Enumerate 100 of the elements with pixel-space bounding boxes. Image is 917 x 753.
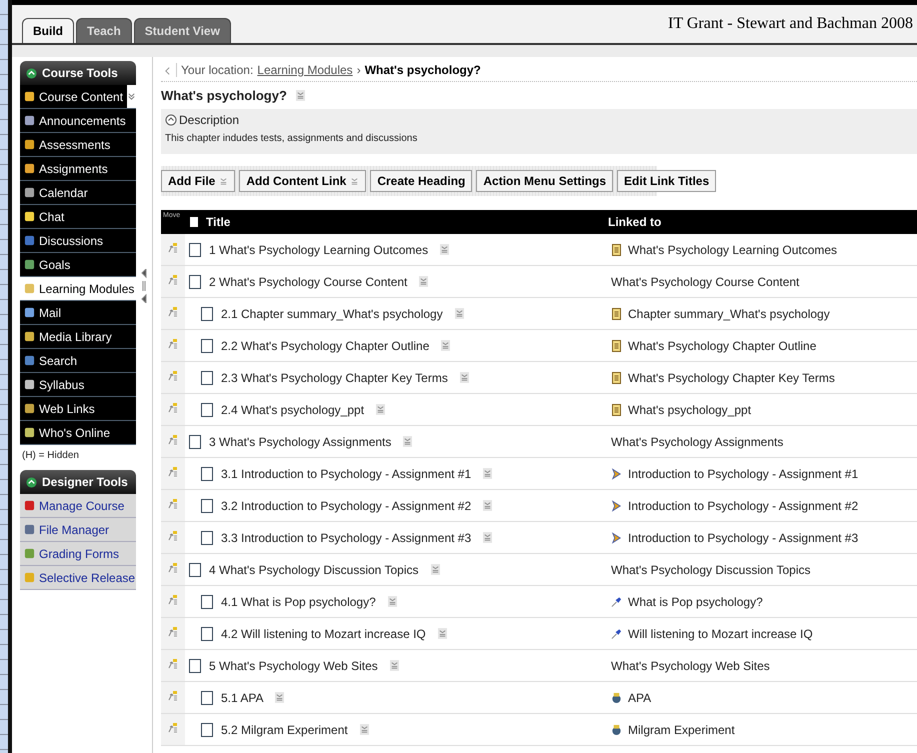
move-handle-icon[interactable] <box>168 594 178 606</box>
menu-icon[interactable] <box>483 468 492 479</box>
linked-item[interactable]: Milgram Experiment <box>628 722 735 736</box>
row-checkbox[interactable] <box>201 338 213 352</box>
item-title[interactable]: 3.2 Introduction to Psychology - Assignment #2 <box>221 498 472 512</box>
menu-icon[interactable] <box>454 308 464 319</box>
sidebar-item[interactable]: File Manager <box>20 518 136 542</box>
row-checkbox[interactable] <box>201 722 213 736</box>
item-title[interactable]: 4.2 Will listening to Mozart increase IQ <box>221 626 426 640</box>
menu-icon[interactable] <box>440 244 450 255</box>
move-handle-icon[interactable] <box>168 466 178 478</box>
item-title[interactable]: 1 What's Psychology Learning Outcomes <box>209 242 428 256</box>
linked-item[interactable]: What's Psychology Chapter Outline <box>628 338 816 352</box>
item-title[interactable]: 3.3 Introduction to Psychology - Assignment #3 <box>221 530 472 544</box>
item-title[interactable]: 2.3 What's Psychology Chapter Key Terms <box>221 370 448 384</box>
linked-item[interactable]: What's Psychology Learning Outcomes <box>628 242 838 256</box>
menu-icon[interactable] <box>275 692 284 703</box>
item-title[interactable]: 5.1 APA <box>221 690 264 704</box>
menu-icon[interactable] <box>403 436 412 447</box>
move-handle-icon[interactable] <box>168 530 178 542</box>
row-checkbox[interactable] <box>201 306 213 320</box>
menu-icon[interactable] <box>438 628 447 639</box>
row-checkbox[interactable] <box>201 690 213 704</box>
tab[interactable]: Build <box>22 18 74 43</box>
toolbar-button[interactable]: Add File <box>161 170 236 192</box>
menu-icon[interactable] <box>441 340 450 351</box>
move-handle-icon[interactable] <box>168 274 178 286</box>
row-checkbox[interactable] <box>201 466 213 480</box>
item-title[interactable]: 2.1 Chapter summary_What's psychology <box>221 306 443 320</box>
move-handle-icon[interactable] <box>168 658 178 670</box>
move-handle-icon[interactable] <box>168 242 178 254</box>
toolbar-button[interactable]: Create Heading <box>370 170 472 192</box>
toolbar-button[interactable]: Add Content Link <box>239 170 366 192</box>
row-checkbox[interactable] <box>201 402 213 416</box>
item-title[interactable]: 5 What's Psychology Web Sites <box>209 658 378 672</box>
sidebar-item[interactable]: Media Library <box>20 325 136 349</box>
expand-chevron-icon[interactable] <box>127 85 136 108</box>
move-handle-icon[interactable] <box>168 562 178 574</box>
row-checkbox[interactable] <box>189 658 201 672</box>
sidebar-item[interactable]: Goals <box>20 253 136 277</box>
linked-item[interactable]: What's Psychology Discussion Topics <box>611 562 810 576</box>
collapse-circle-icon[interactable] <box>165 114 177 126</box>
linked-item[interactable]: Introduction to Psychology - Assignment #2 <box>628 498 858 512</box>
sidebar-item[interactable]: Assignments <box>20 157 136 181</box>
row-checkbox[interactable] <box>201 370 213 384</box>
sidebar-item[interactable]: Grading Forms <box>20 542 136 566</box>
sidebar-item[interactable]: Course Content <box>20 85 136 109</box>
item-title[interactable]: 3.1 Introduction to Psychology - Assignment #1 <box>221 466 472 480</box>
row-checkbox[interactable] <box>201 530 213 544</box>
move-handle-icon[interactable] <box>168 434 178 446</box>
move-handle-icon[interactable] <box>168 498 178 510</box>
row-checkbox[interactable] <box>201 626 213 640</box>
move-handle-icon[interactable] <box>168 306 178 318</box>
toolbar-button[interactable]: Edit Link Titles <box>617 170 716 192</box>
menu-icon[interactable] <box>390 660 399 671</box>
menu-icon[interactable] <box>483 532 492 543</box>
move-handle-icon[interactable] <box>168 690 178 702</box>
select-all-checkbox[interactable] <box>190 216 198 226</box>
row-checkbox[interactable] <box>201 498 213 512</box>
linked-item[interactable]: What's psychology_ppt <box>628 402 752 416</box>
item-title[interactable]: 4 What's Psychology Discussion Topics <box>209 562 418 576</box>
tab[interactable]: Teach <box>76 18 132 43</box>
linked-item[interactable]: Introduction to Psychology - Assignment #3 <box>628 530 858 544</box>
sidebar-item[interactable]: Calendar <box>20 181 136 205</box>
sidebar-item[interactable]: Search <box>20 349 136 373</box>
sidebar-item[interactable]: Discussions <box>20 229 136 253</box>
row-checkbox[interactable] <box>189 434 201 448</box>
menu-icon[interactable] <box>430 564 440 575</box>
linked-item[interactable]: Introduction to Psychology - Assignment #1 <box>628 466 858 480</box>
linked-item[interactable]: Will listening to Mozart increase IQ <box>628 626 813 640</box>
menu-icon[interactable] <box>483 500 492 511</box>
menu-icon[interactable] <box>388 596 397 607</box>
menu-icon[interactable] <box>360 724 369 735</box>
linked-item[interactable]: What's Psychology Web Sites <box>611 658 770 672</box>
row-checkbox[interactable] <box>201 594 213 608</box>
menu-icon[interactable] <box>296 90 305 101</box>
menu-icon[interactable] <box>376 404 386 415</box>
sidebar-item[interactable]: Manage Course <box>20 494 136 518</box>
menu-icon[interactable] <box>419 276 428 287</box>
sidebar-item[interactable]: Assessments <box>20 133 136 157</box>
sidebar-item[interactable]: Selective Release <box>20 566 136 590</box>
linked-item[interactable]: What's Psychology Course Content <box>611 274 800 288</box>
move-handle-icon[interactable] <box>168 338 178 350</box>
item-title[interactable]: 2 What's Psychology Course Content <box>209 274 408 288</box>
move-handle-icon[interactable] <box>168 722 178 734</box>
breadcrumb-link[interactable]: Learning Modules <box>257 63 353 77</box>
row-checkbox[interactable] <box>189 274 201 288</box>
row-checkbox[interactable] <box>189 562 201 576</box>
linked-item[interactable]: What is Pop psychology? <box>628 594 763 608</box>
linked-item[interactable]: Chapter summary_What's psychology <box>628 306 830 320</box>
sidebar-item[interactable]: Web Links <box>20 397 136 421</box>
move-handle-icon[interactable] <box>168 626 178 638</box>
item-title[interactable]: 2.4 What's psychology_ppt <box>221 402 364 416</box>
sidebar-item[interactable]: Syllabus <box>20 373 136 397</box>
linked-item[interactable]: What's Psychology Chapter Key Terms <box>628 370 835 384</box>
sidebar-item[interactable]: Chat <box>20 205 136 229</box>
collapse-handle-icon[interactable] <box>141 269 147 303</box>
item-title[interactable]: 4.1 What is Pop psychology? <box>221 594 376 608</box>
linked-item[interactable]: What's Psychology Assignments <box>611 434 784 448</box>
sidebar-item[interactable]: Mail <box>20 301 136 325</box>
